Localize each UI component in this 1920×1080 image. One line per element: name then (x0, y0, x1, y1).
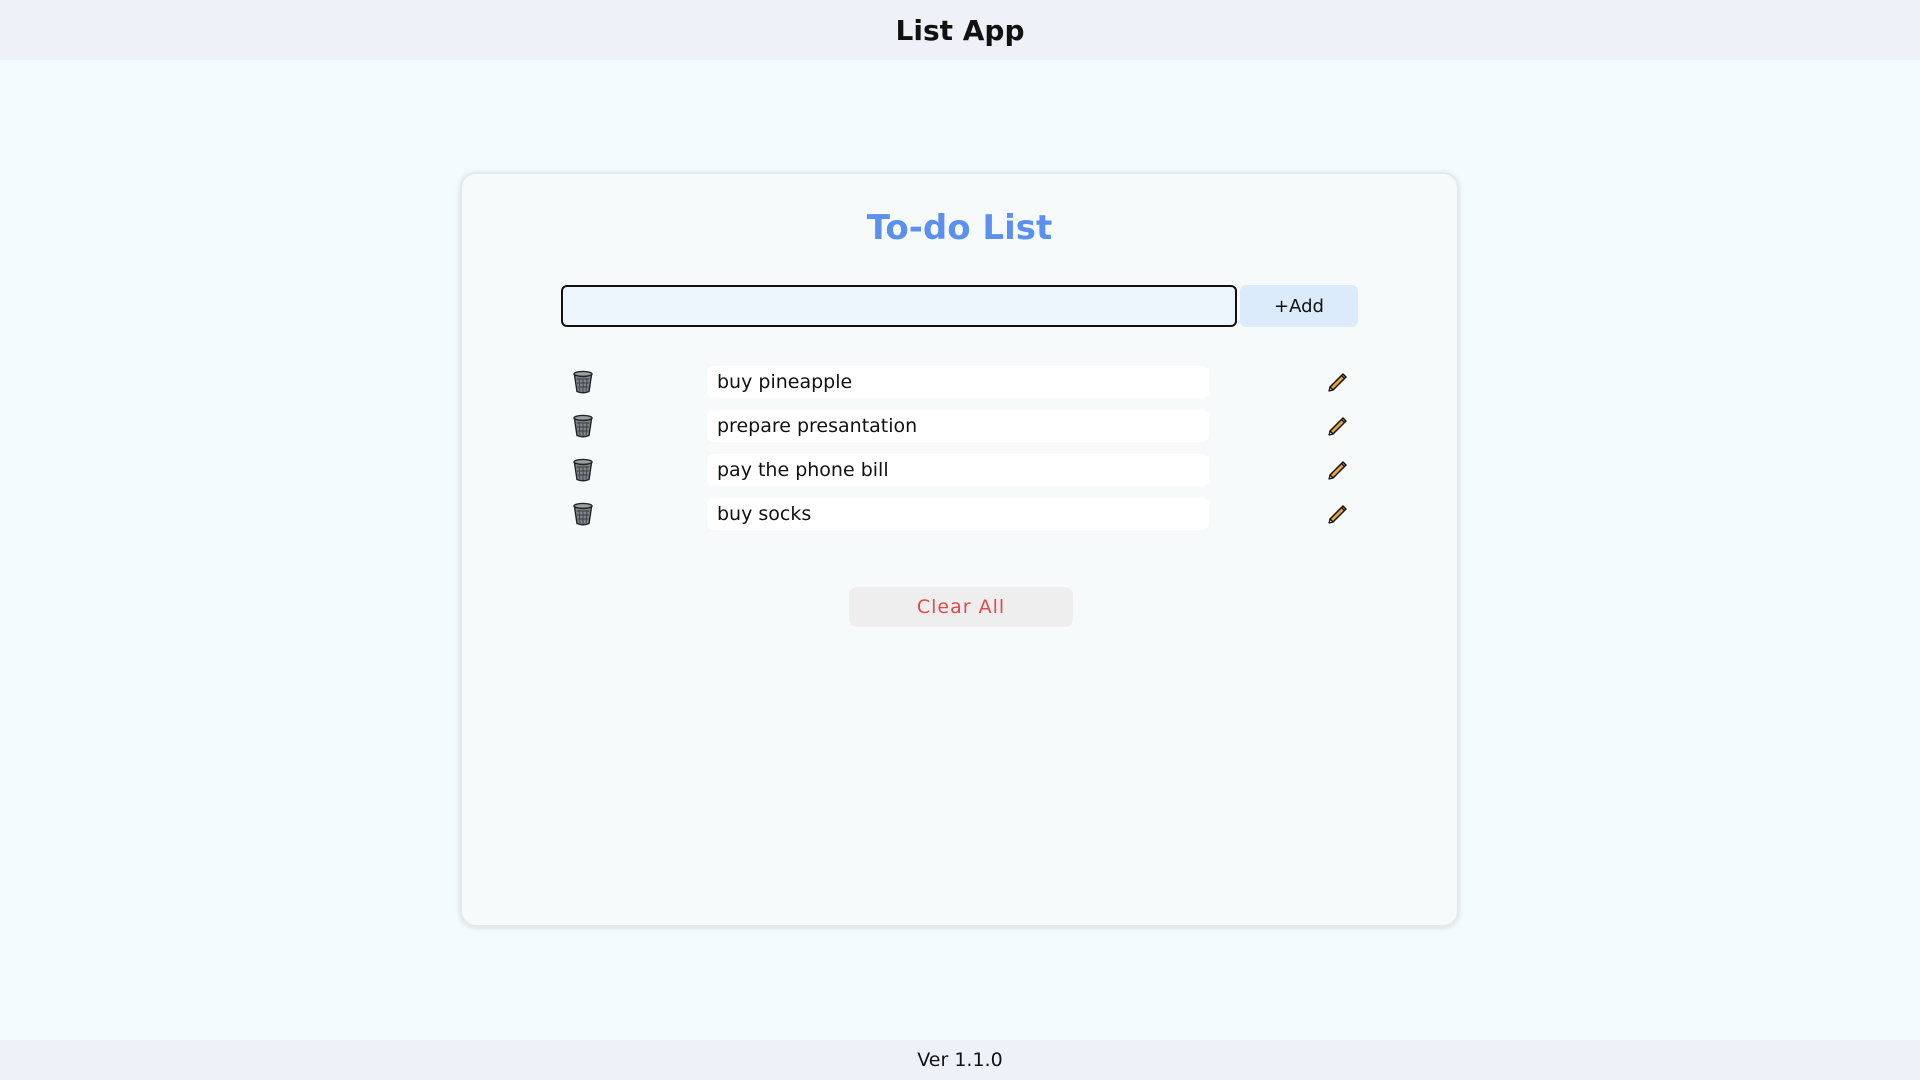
list-item: buy socks (561, 498, 1361, 530)
delete-item-button[interactable] (569, 412, 597, 440)
list-title: To-do List (866, 208, 1053, 248)
delete-item-button[interactable] (569, 456, 597, 484)
app-header: List App (0, 0, 1920, 60)
edit-item-button[interactable] (1324, 412, 1352, 440)
todo-list: buy pineapple prepare presantation pay t… (561, 366, 1361, 542)
list-item: pay the phone bill (561, 454, 1361, 486)
list-item: buy pineapple (561, 366, 1361, 398)
task-input[interactable] (561, 285, 1237, 327)
item-text: buy pineapple (707, 366, 1209, 398)
list-item: prepare presantation (561, 410, 1361, 442)
trash-icon (573, 370, 593, 394)
todo-card: To-do List +Add buy pineapple prepare pr… (460, 172, 1459, 927)
version-label: Ver 1.1.0 (917, 1049, 1003, 1071)
delete-item-button[interactable] (569, 368, 597, 396)
edit-item-button[interactable] (1324, 500, 1352, 528)
clear-all-button[interactable]: Clear All (849, 587, 1073, 627)
app-footer: Ver 1.1.0 (0, 1040, 1920, 1080)
add-task-row: +Add (561, 285, 1361, 327)
edit-item-button[interactable] (1324, 456, 1352, 484)
pencil-icon (1328, 417, 1347, 436)
item-text: pay the phone bill (707, 454, 1209, 486)
trash-icon (573, 414, 593, 438)
edit-item-button[interactable] (1324, 368, 1352, 396)
pencil-icon (1328, 505, 1347, 524)
trash-icon (573, 458, 593, 482)
pencil-icon (1328, 373, 1347, 392)
item-text: buy socks (707, 498, 1209, 530)
delete-item-button[interactable] (569, 500, 597, 528)
app-title: List App (895, 13, 1025, 47)
add-button[interactable]: +Add (1240, 285, 1358, 327)
item-text: prepare presantation (707, 410, 1209, 442)
pencil-icon (1328, 461, 1347, 480)
trash-icon (573, 502, 593, 526)
